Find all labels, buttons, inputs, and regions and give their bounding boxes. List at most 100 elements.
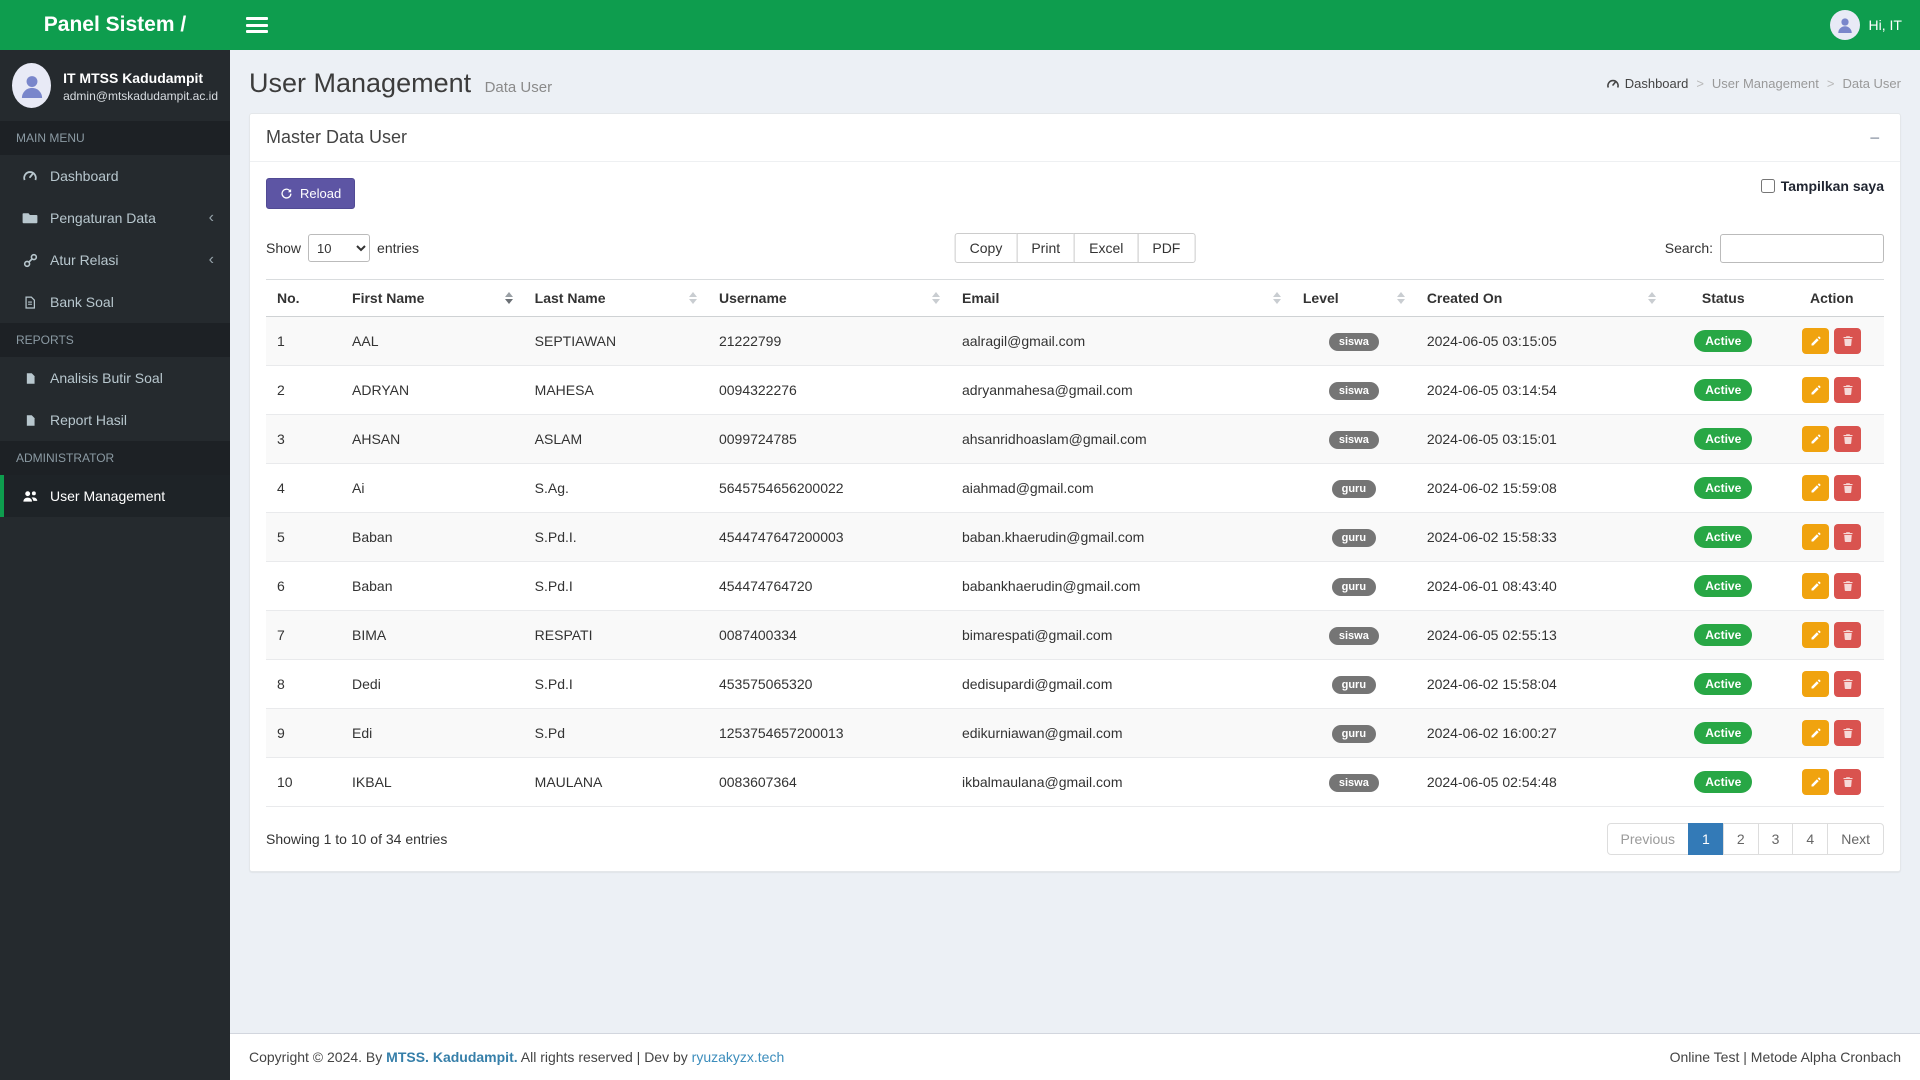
pagination: Previous 1234 Next xyxy=(1606,823,1884,855)
pagination-page-1[interactable]: 1 xyxy=(1688,823,1724,855)
content-header: User Management Data User Dashboard > Us… xyxy=(230,50,1920,113)
delete-button[interactable] xyxy=(1834,377,1862,403)
navbar-user-menu[interactable]: Hi, IT xyxy=(1829,10,1902,40)
column-level[interactable]: Level xyxy=(1291,279,1416,317)
level-badge: guru xyxy=(1331,479,1377,498)
cell-level: siswa xyxy=(1291,365,1416,415)
cell-username: 1253754657200013 xyxy=(707,708,951,758)
cell-last-name: SEPTIAWAN xyxy=(523,316,708,366)
breadcrumb-user-management[interactable]: User Management xyxy=(1712,76,1819,91)
reload-button[interactable]: Reload xyxy=(266,178,356,209)
users-icon xyxy=(20,489,40,504)
edit-button[interactable] xyxy=(1802,671,1830,697)
sidebar-item-pengaturan-data[interactable]: Pengaturan Data ‹ xyxy=(0,197,230,239)
cell-username: 453575065320 xyxy=(707,659,951,709)
delete-button[interactable] xyxy=(1834,573,1862,599)
edit-button[interactable] xyxy=(1802,475,1830,501)
delete-button[interactable] xyxy=(1834,328,1862,354)
copy-button[interactable]: Copy xyxy=(954,233,1018,263)
print-button[interactable]: Print xyxy=(1016,233,1076,263)
cell-created-on: 2024-06-05 03:15:01 xyxy=(1415,414,1667,464)
delete-button[interactable] xyxy=(1834,769,1862,795)
cell-email: aiahmad@gmail.com xyxy=(950,463,1292,513)
cell-no: 8 xyxy=(266,659,342,709)
breadcrumb-dashboard[interactable]: Dashboard xyxy=(1606,76,1688,91)
delete-button[interactable] xyxy=(1834,475,1862,501)
pagination-page-4[interactable]: 4 xyxy=(1792,823,1829,855)
delete-button[interactable] xyxy=(1834,426,1862,452)
status-badge: Active xyxy=(1694,526,1753,548)
footer-dev-link[interactable]: ryuzakyzx.tech xyxy=(692,1049,785,1065)
edit-button[interactable] xyxy=(1802,769,1830,795)
menu-header-administrator: ADMINISTRATOR xyxy=(0,441,230,475)
column-last-name[interactable]: Last Name xyxy=(523,279,708,317)
cell-created-on: 2024-06-05 02:54:48 xyxy=(1415,757,1667,807)
brand-logo[interactable]: Panel Sistem / xyxy=(0,0,230,50)
pagination-next[interactable]: Next xyxy=(1827,823,1884,855)
cell-first-name: Baban xyxy=(341,512,524,562)
page-title: User Management xyxy=(249,68,472,98)
pagination-page-3[interactable]: 3 xyxy=(1757,823,1794,855)
status-badge: Active xyxy=(1694,330,1753,352)
delete-button[interactable] xyxy=(1834,720,1862,746)
sidebar-user-email: admin@mtskadudampit.ac.id xyxy=(63,89,218,103)
footer-brand-link[interactable]: MTSS. Kadudampit. xyxy=(386,1049,517,1065)
trash-icon xyxy=(1843,581,1853,592)
trash-icon xyxy=(1843,728,1853,739)
page-length-select[interactable]: 10 xyxy=(308,234,371,262)
column-no: No. xyxy=(266,279,342,317)
pagination-pages: 1234 xyxy=(1688,823,1829,855)
sidebar-item-analisis-butir-soal[interactable]: Analisis Butir Soal xyxy=(0,357,230,399)
delete-button[interactable] xyxy=(1834,622,1862,648)
sidebar-toggle-icon[interactable] xyxy=(246,17,268,33)
cell-username: 0087400334 xyxy=(707,610,951,660)
pagination-page-2[interactable]: 2 xyxy=(1722,823,1759,855)
cell-email: ahsanridhoaslam@gmail.com xyxy=(950,414,1292,464)
cell-level: siswa xyxy=(1291,757,1416,807)
sidebar-item-atur-relasi[interactable]: Atur Relasi ‹ xyxy=(0,239,230,281)
export-button-group: Copy Print Excel PDF xyxy=(954,233,1196,263)
file-text-icon xyxy=(20,295,40,310)
delete-button[interactable] xyxy=(1834,524,1862,550)
column-username[interactable]: Username xyxy=(707,279,951,317)
sidebar-item-dashboard[interactable]: Dashboard xyxy=(0,155,230,197)
cell-level: guru xyxy=(1291,708,1416,758)
pencil-icon xyxy=(1811,728,1821,738)
search-input[interactable] xyxy=(1720,233,1884,263)
user-table-body: 1 AAL SEPTIAWAN 21222799 aalragil@gmail.… xyxy=(266,316,1884,807)
cell-last-name: RESPATI xyxy=(523,610,708,660)
table-header-row: No. First Name Last Name Username Email … xyxy=(266,279,1884,317)
status-badge: Active xyxy=(1694,428,1753,450)
sidebar-item-user-management[interactable]: User Management xyxy=(0,475,230,517)
sidebar-item-bank-soal[interactable]: Bank Soal xyxy=(0,281,230,323)
edit-button[interactable] xyxy=(1802,328,1830,354)
sort-icon xyxy=(1396,292,1405,304)
edit-button[interactable] xyxy=(1802,524,1830,550)
delete-button[interactable] xyxy=(1834,671,1862,697)
cell-username: 0094322276 xyxy=(707,365,951,415)
cell-status: Active xyxy=(1667,757,1780,807)
edit-button[interactable] xyxy=(1802,720,1830,746)
edit-button[interactable] xyxy=(1802,426,1830,452)
tampilkan-saya-checkbox[interactable]: Tampilkan saya xyxy=(1760,178,1884,194)
sidebar-item-report-hasil[interactable]: Report Hasil xyxy=(0,399,230,441)
edit-button[interactable] xyxy=(1802,377,1830,403)
folder-icon xyxy=(20,210,40,226)
cell-first-name: IKBAL xyxy=(341,757,524,807)
excel-button[interactable]: Excel xyxy=(1074,233,1139,263)
tampilkan-saya-input[interactable] xyxy=(1760,179,1775,193)
cell-no: 10 xyxy=(266,757,342,807)
column-created-on[interactable]: Created On xyxy=(1415,279,1667,317)
edit-button[interactable] xyxy=(1802,573,1830,599)
cell-email: bimarespati@gmail.com xyxy=(950,610,1292,660)
cell-created-on: 2024-06-02 15:59:08 xyxy=(1415,463,1667,513)
column-first-name[interactable]: First Name xyxy=(341,279,524,317)
card-title: Master Data User xyxy=(266,127,408,147)
cell-first-name: BIMA xyxy=(341,610,524,660)
column-email[interactable]: Email xyxy=(950,279,1292,317)
edit-button[interactable] xyxy=(1802,622,1830,648)
pagination-previous[interactable]: Previous xyxy=(1606,823,1690,855)
pdf-button[interactable]: PDF xyxy=(1137,233,1196,263)
table-row: 9 Edi S.Pd 1253754657200013 edikurniawan… xyxy=(266,708,1884,758)
collapse-icon[interactable]: − xyxy=(1865,129,1884,147)
